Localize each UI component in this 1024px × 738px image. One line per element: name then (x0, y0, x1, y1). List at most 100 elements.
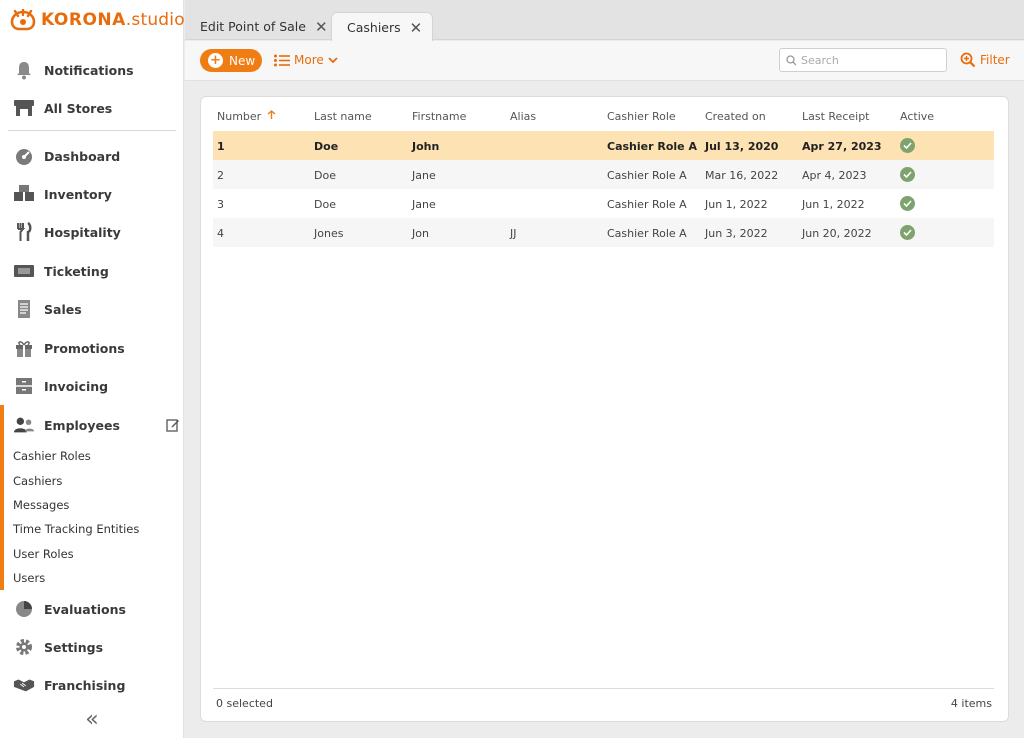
table-row[interactable]: 2 Doe Jane Cashier Role A Mar 16, 2022 A… (213, 160, 994, 189)
people-icon (13, 414, 35, 436)
cell-cashier-role: Cashier Role A (607, 140, 697, 153)
sidebar-item-evaluations[interactable]: Evaluations (0, 594, 184, 624)
cell-last-receipt: Apr 27, 2023 (802, 140, 882, 153)
new-button[interactable]: + New (200, 49, 262, 72)
cell-firstname: Jane (412, 169, 436, 182)
sidebar-item-settings[interactable]: Settings (0, 632, 184, 662)
brand-name: KORONA.studio (41, 10, 185, 30)
item-count: 4 items (950, 697, 992, 710)
cell-cashier-role: Cashier Role A (607, 198, 687, 211)
cell-alias: JJ (510, 227, 517, 240)
search-input[interactable] (801, 53, 941, 67)
bell-icon (13, 59, 35, 81)
cell-firstname: Jane (412, 198, 436, 211)
list-icon (274, 54, 290, 66)
column-header-created-on[interactable]: Created on (705, 110, 766, 123)
brand-logo[interactable]: KORONA.studio (10, 8, 185, 32)
sidebar-item-employees[interactable]: Employees (0, 410, 184, 440)
grid-header: Number Last name Firstname Alias Cashier… (213, 97, 994, 131)
sidebar-subitem-messages[interactable]: Messages (13, 498, 69, 512)
collapse-sidebar-icon[interactable]: « (82, 709, 102, 731)
brand-name-bold: KORONA (41, 10, 126, 30)
sidebar-subitem-cashiers[interactable]: Cashiers (13, 474, 62, 488)
sidebar-item-label: Employees (44, 417, 120, 433)
column-header-label: Number (217, 110, 262, 123)
cell-cashier-role: Cashier Role A (607, 227, 687, 240)
active-check-icon (900, 138, 915, 153)
store-icon (13, 97, 35, 119)
table-row[interactable]: 1 Doe John Cashier Role A Jul 13, 2020 A… (213, 131, 994, 160)
sidebar-item-promotions[interactable]: Promotions (0, 333, 184, 363)
cell-last-receipt: Jun 20, 2022 (802, 227, 872, 240)
plus-icon: + (208, 53, 223, 68)
brand-name-suffix: .studio (125, 10, 185, 30)
column-header-firstname[interactable]: Firstname (412, 110, 466, 123)
cabinet-icon (13, 375, 35, 397)
sidebar-subitem-user-roles[interactable]: User Roles (13, 547, 74, 561)
more-button[interactable]: More (274, 53, 338, 67)
filter-search-icon (960, 52, 976, 68)
edit-icon[interactable] (166, 418, 180, 432)
sort-ascending-icon (267, 110, 276, 119)
column-header-cashier-role[interactable]: Cashier Role (607, 110, 676, 123)
cell-last-receipt: Apr 4, 2023 (802, 169, 867, 182)
crown-logo-icon (10, 9, 36, 31)
sidebar-item-label: Invoicing (44, 378, 109, 394)
active-check-icon (900, 196, 915, 211)
cell-created-on: Jun 1, 2022 (705, 198, 768, 211)
sidebar: KORONA.studio Notifications All Stores D… (0, 0, 185, 738)
sidebar-item-label: Notifications (44, 62, 134, 78)
filter-button[interactable]: Filter (960, 52, 1010, 68)
footer-divider (213, 688, 994, 689)
sidebar-item-label: Sales (44, 301, 82, 317)
sidebar-item-hospitality[interactable]: Hospitality (0, 217, 184, 247)
sidebar-item-sales[interactable]: Sales (0, 294, 184, 324)
cashiers-grid-panel: Number Last name Firstname Alias Cashier… (200, 96, 1009, 722)
sidebar-item-notifications[interactable]: Notifications (0, 55, 184, 85)
column-header-alias[interactable]: Alias (510, 110, 536, 123)
sidebar-item-invoicing[interactable]: Invoicing (0, 371, 184, 401)
boxes-icon (13, 183, 35, 205)
sidebar-subitem-users[interactable]: Users (13, 571, 45, 585)
table-row[interactable]: 3 Doe Jane Cashier Role A Jun 1, 2022 Ju… (213, 189, 994, 218)
tab-label: Cashiers (347, 20, 401, 35)
column-header-last-name[interactable]: Last name (314, 110, 372, 123)
tab-cashiers[interactable]: Cashiers ✕ (331, 12, 434, 42)
cutlery-icon (13, 221, 35, 243)
sidebar-item-dashboard[interactable]: Dashboard (0, 141, 184, 171)
column-header-last-receipt[interactable]: Last Receipt (802, 110, 870, 123)
sidebar-divider (8, 130, 176, 131)
close-tab-icon[interactable]: ✕ (410, 19, 423, 37)
column-header-number[interactable]: Number (217, 110, 276, 123)
tab-edit-point-of-sale[interactable]: Edit Point of Sale ✕ (185, 12, 338, 41)
cell-created-on: Jul 13, 2020 (705, 140, 779, 153)
sidebar-item-ticketing[interactable]: Ticketing (0, 256, 184, 286)
sidebar-item-all-stores[interactable]: All Stores (0, 93, 184, 123)
cell-created-on: Mar 16, 2022 (705, 169, 779, 182)
pie-chart-icon (13, 598, 35, 620)
sidebar-item-label: Evaluations (44, 601, 126, 617)
handshake-icon (13, 674, 35, 696)
gear-icon (13, 636, 35, 658)
sidebar-item-inventory[interactable]: Inventory (0, 179, 184, 209)
more-button-label: More (294, 53, 324, 67)
close-tab-icon[interactable]: ✕ (315, 18, 328, 36)
sidebar-item-label: Promotions (44, 340, 125, 356)
search-box[interactable] (779, 48, 947, 72)
cell-created-on: Jun 3, 2022 (705, 227, 768, 240)
cell-number: 1 (217, 140, 225, 153)
ticket-icon (13, 260, 35, 282)
tab-label: Edit Point of Sale (200, 19, 306, 34)
sidebar-subitem-cashier-roles[interactable]: Cashier Roles (13, 449, 91, 463)
cell-last-name: Doe (314, 198, 336, 211)
sidebar-subitem-time-tracking-entities[interactable]: Time Tracking Entities (13, 522, 139, 536)
filter-button-label: Filter (980, 53, 1010, 67)
sidebar-item-franchising[interactable]: Franchising (0, 670, 184, 700)
chevron-down-icon (328, 56, 338, 63)
table-row[interactable]: 4 Jones Jon JJ Cashier Role A Jun 3, 202… (213, 218, 994, 247)
cell-last-name: Jones (314, 227, 344, 240)
sidebar-item-label: Ticketing (44, 263, 109, 279)
new-button-label: New (229, 53, 256, 68)
cell-firstname: John (412, 140, 440, 153)
column-header-active[interactable]: Active (900, 110, 934, 123)
